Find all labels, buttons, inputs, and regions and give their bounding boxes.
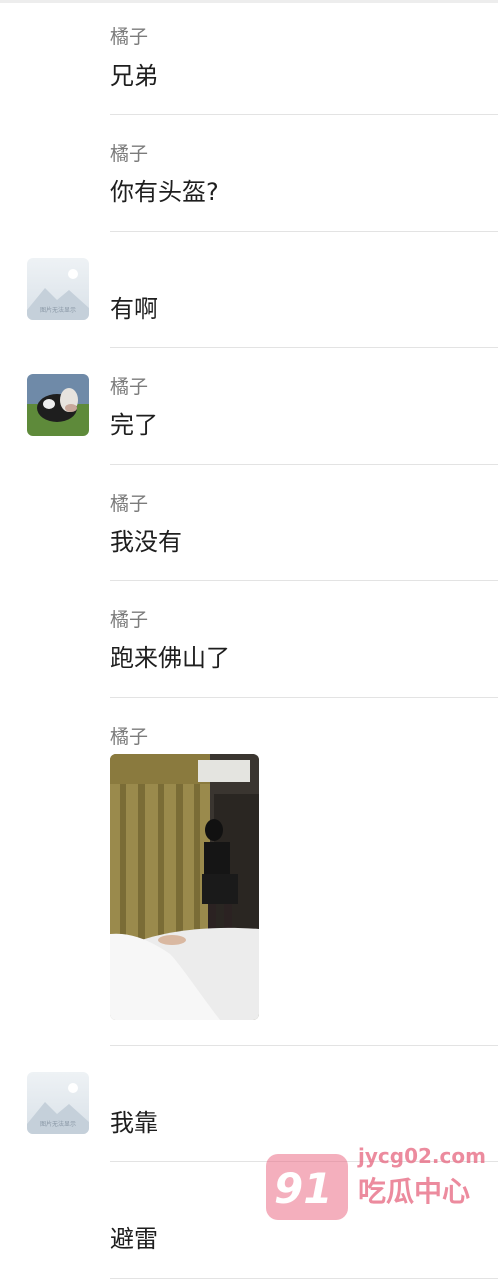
placeholder-caption: 图片无法显示 bbox=[39, 1121, 76, 1128]
message-text: 你有头盔? bbox=[110, 178, 219, 206]
avatar-placeholder[interactable]: 图片无法显示 bbox=[27, 1072, 89, 1134]
sender-name: 橘子 bbox=[110, 376, 149, 398]
message-divider bbox=[110, 1278, 498, 1279]
sender-name: 橘子 bbox=[110, 493, 149, 515]
sender-name: 橘子 bbox=[110, 726, 149, 748]
message-text: 完了 bbox=[110, 411, 158, 439]
bedroom-photo-image bbox=[110, 754, 259, 1020]
watermark-badge-text: 91 bbox=[274, 1164, 333, 1213]
message-text: 兄弟 bbox=[110, 62, 158, 90]
message-text: 我靠 bbox=[110, 1109, 158, 1137]
chat-message[interactable]: 橘子 兄弟 bbox=[0, 0, 498, 115]
sender-name: 橘子 bbox=[110, 26, 149, 48]
chat-message[interactable]: 橘子 跑来佛山了 bbox=[0, 581, 498, 697]
watermark-name: 吃瓜中心 bbox=[358, 1175, 471, 1208]
sender-name: 橘子 bbox=[110, 609, 149, 631]
message-photo[interactable] bbox=[110, 754, 259, 1020]
chat-message[interactable]: 图片无法显示 有啊 bbox=[0, 232, 498, 348]
cow-photo-image bbox=[27, 374, 89, 436]
sender-name: 橘子 bbox=[110, 143, 149, 165]
chat-message[interactable]: 橘子 我没有 bbox=[0, 465, 498, 581]
watermark-badge: 91 bbox=[266, 1154, 348, 1220]
watermark-logo: 91 jycg02.com 吃瓜中心 bbox=[266, 1142, 498, 1240]
message-text: 有啊 bbox=[110, 295, 158, 323]
watermark-domain: jycg02.com bbox=[358, 1144, 486, 1168]
message-text: 我没有 bbox=[110, 528, 182, 556]
chat-message[interactable]: 橘子 你有头盔? bbox=[0, 115, 498, 231]
avatar-cow-photo[interactable] bbox=[27, 374, 89, 436]
message-text: 避雷 bbox=[110, 1225, 158, 1253]
placeholder-caption: 图片无法显示 bbox=[39, 307, 76, 314]
chat-message[interactable]: 橘子 完了 bbox=[0, 348, 498, 464]
avatar-placeholder[interactable]: 图片无法显示 bbox=[27, 258, 89, 320]
message-text: 跑来佛山了 bbox=[110, 644, 230, 672]
